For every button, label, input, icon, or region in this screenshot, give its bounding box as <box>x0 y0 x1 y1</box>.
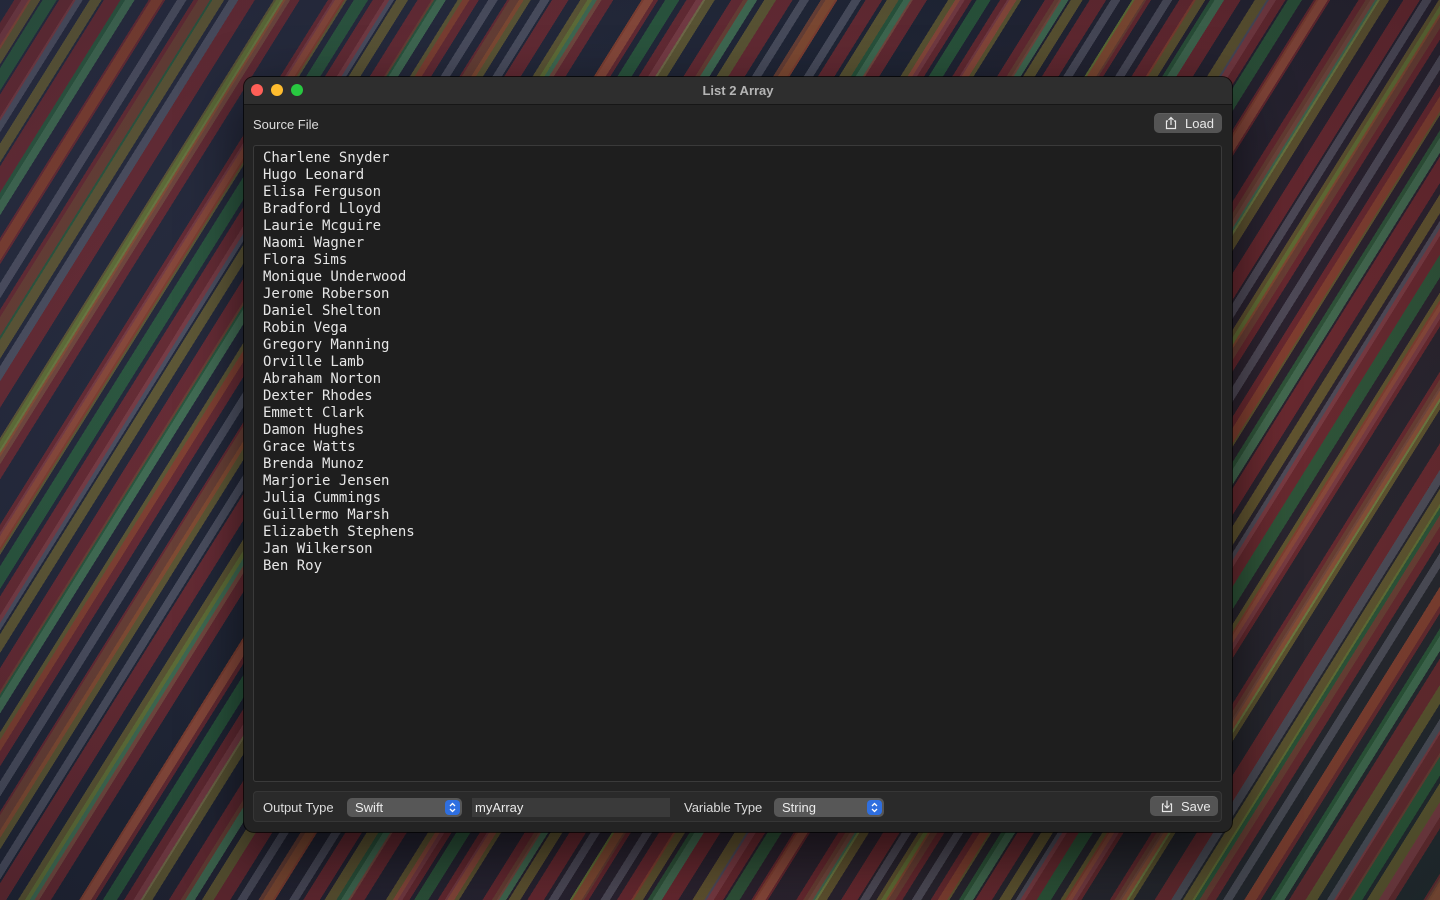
save-button[interactable]: Save <box>1150 796 1218 816</box>
app-window: List 2 Array Source File Load Charlene S… <box>244 77 1232 832</box>
source-line: Laurie Mcguire <box>263 218 382 234</box>
source-lines-list: Charlene Snyder Hugo Leonard Elisa Ferguso… <box>254 146 1221 575</box>
output-type-value: Swift <box>355 800 384 815</box>
source-line: Orville Lamb <box>263 354 365 370</box>
source-line: Flora Sims <box>263 252 348 268</box>
source-line: Jerome Roberson <box>263 286 390 302</box>
source-line: Daniel Shelton <box>263 303 382 319</box>
source-line: Grace Watts <box>263 439 356 455</box>
source-line: Charlene Snyder <box>263 150 390 166</box>
source-line: Naomi Wagner <box>263 235 365 251</box>
load-button[interactable]: Load <box>1154 113 1222 133</box>
source-line: Robin Vega <box>263 320 348 336</box>
source-file-label: Source File <box>253 117 319 132</box>
chevron-updown-icon <box>445 800 460 815</box>
output-type-label: Output Type <box>263 800 334 815</box>
source-text-editor[interactable]: Charlene Snyder Hugo Leonard Elisa Ferguso… <box>253 145 1222 782</box>
source-line: Abraham Norton <box>263 371 382 387</box>
share-up-icon <box>1165 116 1177 130</box>
load-button-label: Load <box>1185 115 1214 131</box>
source-line: Monique Underwood <box>263 269 407 285</box>
source-line: Bradford Lloyd <box>263 201 382 217</box>
variable-type-popup[interactable]: String <box>774 798 884 817</box>
source-line: Elizabeth Stephens <box>263 524 415 540</box>
source-line: Dexter Rhodes <box>263 388 373 404</box>
window-title: List 2 Array <box>702 83 774 98</box>
save-button-label: Save <box>1181 798 1211 814</box>
share-down-icon <box>1161 800 1173 813</box>
source-line: Ben Roy <box>263 558 323 574</box>
source-line: Hugo Leonard <box>263 167 365 183</box>
variable-type-value: String <box>782 800 816 815</box>
source-line: Guillermo Marsh <box>263 507 390 523</box>
chevron-updown-icon <box>867 800 882 815</box>
source-line: Damon Hughes <box>263 422 365 438</box>
source-line: Marjorie Jensen <box>263 473 390 489</box>
source-line: Emmett Clark <box>263 405 365 421</box>
source-line: Jan Wilkerson <box>263 541 373 557</box>
source-line: Julia Cummings <box>263 490 382 506</box>
title-bar[interactable]: List 2 Array <box>244 77 1232 105</box>
source-line: Gregory Manning <box>263 337 390 353</box>
array-name-field[interactable] <box>472 798 670 817</box>
output-type-popup[interactable]: Swift <box>347 798 462 817</box>
variable-type-label: Variable Type <box>684 800 763 815</box>
source-line: Elisa Ferguson <box>263 184 382 200</box>
source-line: Brenda Munoz <box>263 456 365 472</box>
